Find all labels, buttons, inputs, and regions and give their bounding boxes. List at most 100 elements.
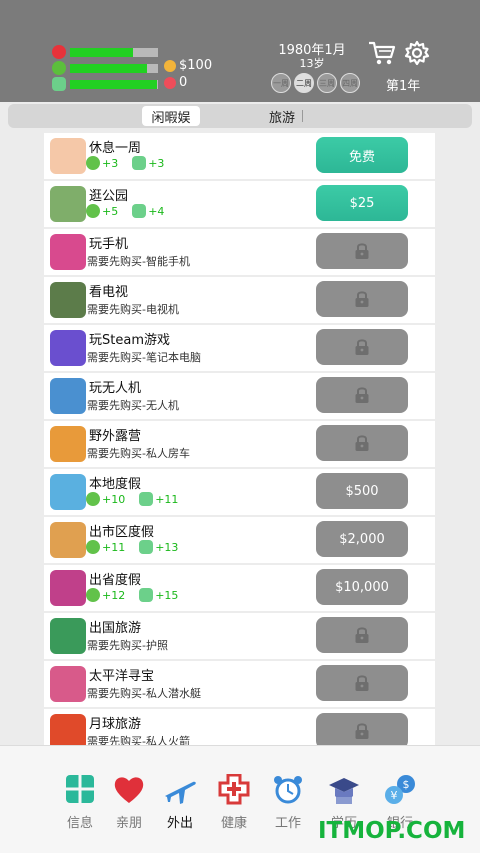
list-item[interactable]: 出国旅游 需要先购买-护照 (44, 613, 435, 659)
lock-icon (355, 723, 369, 739)
smarts-bar (70, 79, 158, 89)
smarts-gain: +13 (155, 540, 179, 554)
smiley-icon (52, 61, 66, 75)
activity-thumbnail (50, 522, 86, 558)
activity-thumbnail (50, 474, 86, 510)
list-item[interactable]: 出省度假 +12 +15 $10,000 (44, 565, 435, 611)
coin-icon (164, 59, 176, 72)
tab-leisure[interactable]: 闲暇娱 (142, 106, 200, 126)
brain-head-icon (132, 156, 147, 170)
nav-work[interactable]: 工作 (264, 774, 312, 831)
smarts-bar-fill (70, 79, 158, 89)
nav-info[interactable]: 信息 (56, 774, 104, 831)
list-item[interactable]: 月球旅游 需要先购买-私人火箭 (44, 709, 435, 745)
activity-thumbnail (50, 282, 86, 318)
heart-icon (114, 777, 144, 803)
nav-outing[interactable]: 外出 (156, 774, 204, 831)
svg-text:$: $ (403, 778, 410, 791)
activity-thumbnail (50, 186, 86, 222)
activity-name: 玩Steam游戏 (89, 333, 170, 348)
activity-thumbnail (50, 618, 86, 654)
locked-button[interactable] (316, 617, 408, 653)
activity-name: 玩手机 (89, 237, 129, 252)
smiley-icon (86, 204, 100, 218)
week-selector: 一周 二周 三周 四周 (271, 73, 360, 93)
lock-icon (355, 435, 369, 451)
nav-health[interactable]: 健康 (210, 773, 258, 831)
buy-activity-button[interactable]: $2,000 (316, 521, 408, 557)
list-item[interactable]: 太平洋寻宝 需要先购买-私人潜水艇 (44, 661, 435, 707)
activity-requirement: 需要先购买-私人房车 (87, 447, 190, 460)
week-2[interactable]: 二周 (294, 73, 314, 93)
smarts-gain: +11 (155, 492, 179, 506)
watermark-logo: ITMOP.COM (318, 818, 466, 844)
list-item[interactable]: 玩手机需要先购买-智能手机 (44, 229, 435, 275)
list-item[interactable]: 玩无人机 需要先购买-无人机 (44, 373, 435, 419)
buy-activity-button[interactable]: 免费 (316, 137, 408, 173)
money-value: $100 (179, 58, 213, 73)
activity-effects: +11 +13 (86, 540, 178, 554)
list-item[interactable]: 野外露营需要先购买-私人房车 (44, 421, 435, 467)
list-item[interactable]: 休息一周 +3 +3 免费 (44, 133, 435, 179)
happiness-gain: +10 (102, 492, 126, 506)
brain-head-icon (132, 204, 147, 218)
list-item[interactable]: 看电视 需要先购买-电视机 (44, 277, 435, 323)
locked-button[interactable] (316, 713, 408, 745)
brain-head-icon (139, 588, 154, 602)
smiley-icon (86, 492, 100, 506)
buy-activity-button[interactable]: $25 (316, 185, 408, 221)
activity-effects: +12 +15 (86, 588, 178, 602)
happiness-gain: +3 (102, 156, 119, 170)
health-bar-fill (70, 47, 134, 57)
activity-requirement: 需要先购买-护照 (87, 639, 168, 652)
smiley-icon (86, 540, 100, 554)
list-item[interactable]: 本地度假 +10 +11 $500 (44, 469, 435, 515)
activity-requirement: 需要先购买-智能手机 (87, 255, 190, 268)
lock-icon (355, 291, 369, 307)
nav-family-label: 亲朋 (115, 816, 142, 831)
shopping-cart-icon[interactable] (368, 40, 396, 66)
locked-button[interactable] (316, 329, 408, 365)
activity-name: 逛公园 (89, 189, 129, 204)
locked-button[interactable] (316, 233, 408, 269)
lock-icon (355, 339, 369, 355)
activity-name: 看电视 (89, 285, 129, 300)
hearts-value: 0 (179, 75, 188, 90)
info-grid-icon (66, 775, 94, 803)
locked-button[interactable] (316, 425, 408, 461)
brain-head-icon (139, 492, 154, 506)
smiley-icon (86, 156, 100, 170)
nav-outing-label: 外出 (166, 816, 193, 831)
smarts-gain: +15 (155, 588, 179, 602)
locked-button[interactable] (316, 377, 408, 413)
brain-head-icon (52, 77, 66, 91)
buy-activity-button[interactable]: $500 (316, 473, 408, 509)
smarts-gain: +4 (148, 204, 165, 218)
list-item[interactable]: 逛公园 +5 +4 $25 (44, 181, 435, 227)
hearts-display: 0 (164, 75, 187, 90)
week-4[interactable]: 四周 (340, 73, 360, 93)
activity-name: 本地度假 (89, 477, 142, 492)
locked-button[interactable] (316, 665, 408, 701)
lock-icon (355, 627, 369, 643)
heart-badge-icon (164, 76, 176, 89)
buy-activity-button[interactable]: $10,000 (316, 569, 408, 605)
lock-icon (355, 243, 369, 259)
list-item[interactable]: 玩Steam游戏 需要先购买-笔记本电脑 (44, 325, 435, 371)
health-stat (52, 45, 158, 59)
activity-list[interactable]: 休息一周 +3 +3 免费 逛公园 +5 +4 $25 玩手机 需要先购买-智能手机 看电视 需要先购… (44, 133, 435, 745)
happiness-stat (52, 61, 158, 75)
gear-icon[interactable] (404, 40, 430, 66)
week-1[interactable]: 一周 (271, 73, 291, 93)
happiness-gain: +5 (102, 204, 119, 218)
activity-name: 野外露营 (89, 429, 142, 444)
happiness-gain: +11 (102, 540, 126, 554)
activity-thumbnail (50, 234, 86, 270)
week-3[interactable]: 三周 (317, 73, 337, 93)
category-tabs: 闲暇娱 旅游 (8, 104, 472, 128)
nav-family[interactable]: 亲朋 (105, 774, 153, 831)
locked-button[interactable] (316, 281, 408, 317)
list-item[interactable]: 出市区度假 +11 +13 $2,000 (44, 517, 435, 563)
activity-name: 出省度假 (89, 573, 142, 588)
activity-requirement: 需要先购买-无人机 (87, 399, 179, 412)
